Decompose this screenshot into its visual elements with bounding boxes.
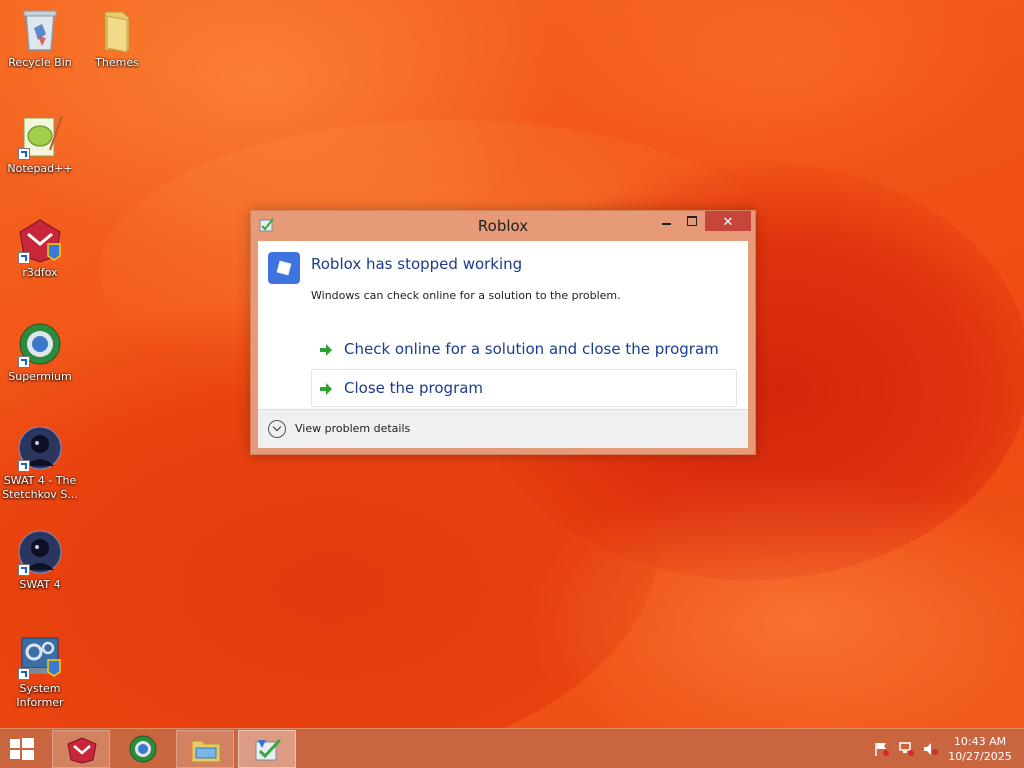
desktop-icon-swat4[interactable]: SWAT 4 — [0, 528, 80, 592]
system-informer-icon — [16, 632, 64, 680]
desktop-icon-supermium[interactable]: Supermium — [0, 320, 80, 384]
maximize-button[interactable] — [679, 211, 705, 231]
dialog-content: Roblox has stopped working Windows can c… — [258, 241, 748, 448]
r3dfox-icon — [66, 736, 98, 764]
shortcut-arrow-icon — [18, 148, 30, 160]
close-program-label: Close the program — [344, 379, 484, 397]
green-arrow-icon — [318, 381, 334, 397]
notepadpp-icon — [16, 112, 64, 160]
shortcut-arrow-icon — [18, 252, 30, 264]
desktop-icon-label: Recycle Bin — [8, 56, 72, 69]
desktop-icon-label: Notepad++ — [7, 162, 73, 175]
clock-date: 10/27/2025 — [948, 750, 1012, 763]
taskbar-app-r3dfox[interactable] — [52, 730, 110, 768]
action-center-flag-icon[interactable] — [874, 742, 890, 756]
taskbar-app-problem-reporting[interactable] — [238, 730, 296, 768]
start-button[interactable] — [6, 737, 36, 761]
supermium-icon — [16, 320, 64, 368]
recycle-bin-icon — [16, 6, 64, 54]
main-instruction: Roblox has stopped working — [311, 255, 523, 273]
desktop-icon-label: SWAT 4 - The Stetchkov S... — [2, 474, 78, 501]
volume-muted-icon[interactable] — [923, 742, 939, 756]
network-icon[interactable] — [899, 742, 915, 756]
shortcut-arrow-icon — [18, 460, 30, 472]
taskbar-clock[interactable]: 10:43 AM 10/27/2025 — [944, 734, 1016, 764]
green-arrow-icon — [318, 342, 334, 358]
desktop-icon-system-informer[interactable]: System Informer — [0, 632, 80, 710]
desktop-icon-recycle-bin[interactable]: Recycle Bin — [0, 6, 80, 70]
desktop-icon-label: r3dfox — [22, 266, 58, 279]
view-problem-details-link[interactable]: View problem details — [295, 422, 410, 435]
maximize-icon — [687, 216, 697, 226]
clock-time: 10:43 AM — [953, 735, 1007, 748]
taskbar: 10:43 AM 10/27/2025 — [0, 728, 1024, 768]
r3dfox-icon — [16, 216, 64, 264]
close-button[interactable]: ✕ — [705, 211, 751, 231]
close-program-button[interactable]: Close the program — [311, 369, 737, 407]
dialog-footer: View problem details — [258, 409, 748, 448]
minimize-button[interactable] — [653, 211, 679, 231]
desktop-icon-label: SWAT 4 — [19, 578, 61, 591]
close-icon: ✕ — [722, 215, 734, 230]
desktop-icon-notepadpp[interactable]: Notepad++ — [0, 112, 80, 176]
taskbar-app-file-explorer[interactable] — [176, 730, 234, 768]
check-online-label: Check online for a solution and close th… — [344, 340, 719, 358]
folder-icon — [93, 6, 141, 54]
dialog-subtext: Windows can check online for a solution … — [311, 289, 621, 302]
roblox-logo-icon — [268, 252, 300, 284]
chevron-down-icon[interactable] — [268, 420, 286, 438]
desktop-icon-swat4-stetchkov[interactable]: SWAT 4 - The Stetchkov S... — [0, 424, 80, 502]
file-explorer-icon — [190, 736, 222, 764]
swat4-icon — [16, 424, 64, 472]
dialog-titlebar[interactable]: Roblox ✕ — [251, 211, 755, 241]
swat4-icon — [16, 528, 64, 576]
shortcut-arrow-icon — [18, 356, 30, 368]
problem-reporting-icon — [252, 736, 284, 764]
minimize-icon — [662, 223, 671, 225]
desktop-icon-themes[interactable]: Themes — [77, 6, 157, 70]
desktop-icon-r3dfox[interactable]: r3dfox — [0, 216, 80, 280]
error-dialog: Roblox ✕ Roblox has stopped working Wind… — [250, 210, 756, 455]
desktop-icon-label: Themes — [95, 56, 139, 69]
desktop-icon-label: Supermium — [8, 370, 72, 383]
shortcut-arrow-icon — [18, 668, 30, 680]
desktop-icon-label: System Informer — [16, 682, 64, 709]
supermium-icon — [127, 735, 159, 763]
taskbar-app-supermium[interactable] — [114, 730, 172, 768]
shortcut-arrow-icon — [18, 564, 30, 576]
check-online-button[interactable]: Check online for a solution and close th… — [311, 330, 737, 368]
